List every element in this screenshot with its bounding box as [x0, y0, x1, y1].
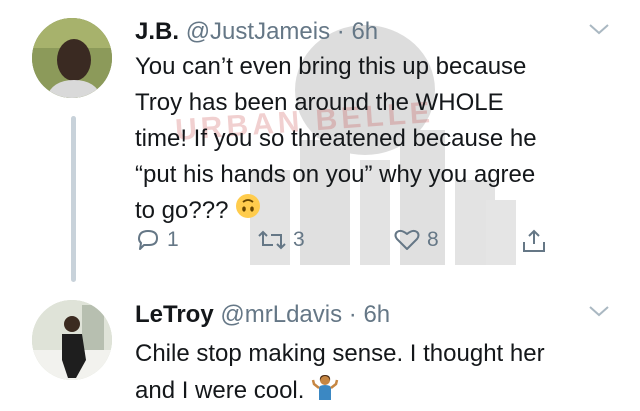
separator: · [348, 301, 357, 328]
tweet-text-line: You can’t even bring this up because [135, 53, 527, 80]
avatar[interactable] [32, 18, 112, 98]
chevron-down-icon[interactable] [588, 304, 610, 318]
tweet-text: You can’t even bring this up because Tro… [135, 49, 615, 230]
thread-line [71, 116, 76, 282]
tweet-text-line: time! If you so threatened because he [135, 125, 537, 152]
timestamp[interactable]: 6h [351, 18, 378, 45]
upside-down-face-icon [235, 193, 261, 230]
retweet-count: 3 [293, 228, 305, 251]
share-icon [521, 228, 547, 254]
separator: · [336, 18, 345, 45]
display-name[interactable]: J.B. [135, 18, 179, 45]
tweet-header: J.B. @JustJameis · 6h [135, 18, 378, 46]
avatar[interactable] [32, 300, 112, 380]
tweet-text-line: to go??? [135, 197, 229, 224]
reply-count: 1 [167, 228, 179, 251]
retweet-button[interactable]: 3 [257, 228, 305, 252]
heart-icon [393, 228, 421, 252]
reply-button[interactable]: 1 [135, 228, 179, 252]
tweet[interactable]: LeTroy @mrLdavis · 6h Chile stop making … [0, 290, 640, 404]
like-count: 8 [427, 228, 439, 251]
reply-icon [135, 228, 161, 252]
tweet-actions: 1 3 8 [135, 228, 575, 262]
person-shrugging-icon [311, 372, 339, 411]
tweet[interactable]: J.B. @JustJameis · 6h You can’t even bri… [0, 0, 640, 290]
tweet-text-line: Chile stop making sense. I thought her [135, 340, 545, 367]
display-name[interactable]: LeTroy [135, 301, 214, 328]
share-button[interactable] [521, 228, 547, 254]
tweet-text-line: Troy has been around the WHOLE [135, 89, 504, 116]
like-button[interactable]: 8 [393, 228, 439, 252]
timestamp[interactable]: 6h [363, 301, 390, 328]
handle[interactable]: @JustJameis [186, 18, 330, 45]
handle[interactable]: @mrLdavis [220, 301, 342, 328]
tweet-text-line: “put his hands on you” why you agree [135, 161, 536, 188]
chevron-down-icon[interactable] [588, 22, 610, 36]
tweet-header: LeTroy @mrLdavis · 6h [135, 301, 390, 329]
retweet-icon [257, 228, 287, 252]
